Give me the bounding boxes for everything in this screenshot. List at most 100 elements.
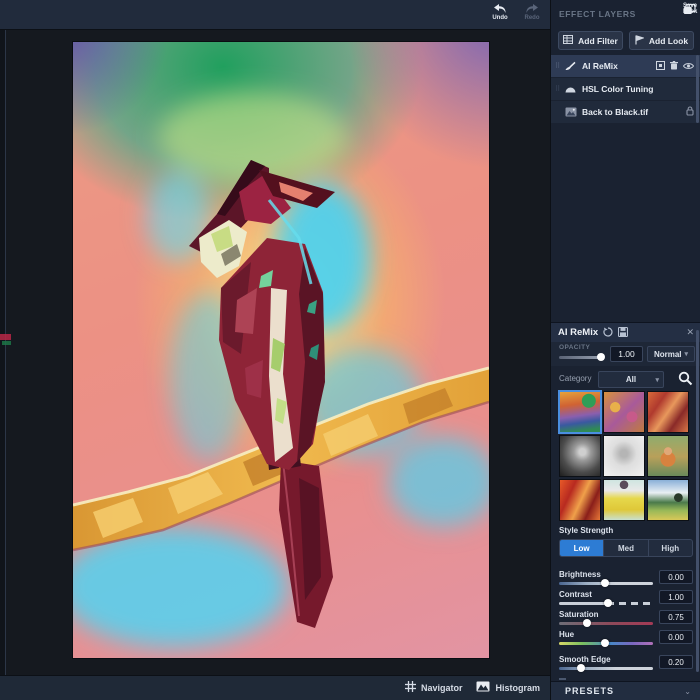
smooth-edge-value-field[interactable]: 0.20 [659, 655, 693, 669]
chevron-down-icon: ⌄ [684, 686, 691, 696]
blend-mode-value: Normal [653, 349, 682, 359]
category-dropdown[interactable]: All ▾ [598, 371, 664, 388]
close-icon[interactable]: ✕ [686, 327, 694, 338]
style-option-low[interactable]: Low [560, 540, 605, 556]
search-icon[interactable] [678, 371, 693, 391]
hue-slider[interactable] [559, 639, 653, 647]
trash-icon[interactable] [670, 57, 678, 75]
brightness-slider-handle[interactable] [601, 579, 609, 587]
style-strength-segmented-control: Low Med High [559, 539, 693, 557]
chevron-down-icon: ▾ [684, 351, 689, 358]
bird-artwork [73, 92, 489, 647]
add-filter-icon [563, 35, 574, 46]
drag-handle-icon[interactable]: ⠿ [555, 63, 563, 70]
style-option-high[interactable]: High [649, 540, 692, 556]
saturation-slider[interactable] [559, 619, 653, 627]
hue-slider-row: Hue 0.00 [559, 630, 693, 650]
opacity-slider[interactable] [559, 353, 605, 361]
category-row: Category All ▾ [551, 368, 700, 390]
add-filter-label: Add Filter [578, 35, 618, 46]
bottom-toolbar: Navigator Histogram [0, 675, 550, 700]
preset-thumbnail[interactable] [558, 390, 602, 434]
layer-label: HSL Color Tuning [582, 84, 654, 94]
preset-thumbnail[interactable] [647, 391, 689, 433]
panel-header: EFFECT LAYERS Save Look [551, 0, 700, 28]
hsl-wheel-icon [563, 85, 578, 93]
brightness-value-field[interactable]: 0.00 [659, 570, 693, 584]
add-filter-button[interactable]: Add Filter [558, 31, 623, 50]
preset-thumbnail[interactable] [647, 479, 689, 521]
filter-title: AI ReMix [558, 327, 599, 338]
category-value: All [625, 375, 637, 384]
hue-value-field[interactable]: 0.00 [659, 630, 693, 644]
style-strength-label: Style Strength [559, 526, 614, 535]
adjustment-sliders: Brightness 0.00 Contrast 1.00 Saturation… [559, 570, 693, 650]
left-edge-strip [0, 30, 6, 675]
redo-button[interactable]: Redo [520, 3, 544, 21]
top-toolbar: Undo Redo [0, 0, 550, 30]
hue-slider-handle[interactable] [601, 639, 609, 647]
preset-thumbnail[interactable] [559, 479, 601, 521]
opacity-row: OPACITY 1.00 Normal ▾ [551, 342, 700, 366]
opacity-value-field[interactable]: 1.00 [610, 346, 643, 362]
saturation-slider-handle[interactable] [583, 619, 591, 627]
histogram-icon [476, 679, 490, 697]
contrast-label: Contrast [559, 590, 592, 599]
brush-icon [563, 61, 578, 71]
contrast-slider-row: Contrast 1.00 [559, 590, 693, 610]
smooth-edge-slider-row: Smooth Edge 0.20 [559, 655, 693, 675]
blend-mode-dropdown[interactable]: Normal ▾ [647, 346, 695, 362]
presets-label: PRESETS [565, 686, 615, 696]
preset-thumbnail[interactable] [603, 391, 645, 433]
undo-icon [493, 3, 507, 14]
category-label: Category [559, 374, 592, 383]
smooth-edge-slider[interactable] [559, 664, 653, 672]
preset-thumbnail[interactable] [647, 435, 689, 477]
lock-icon [686, 103, 694, 121]
add-look-button[interactable]: Add Look [629, 31, 694, 50]
presets-section-header[interactable]: PRESETS ⌄ [551, 681, 700, 700]
collapsed-element-dash [559, 678, 566, 680]
preset-thumbnail[interactable] [603, 435, 645, 477]
scrollbar-thumb[interactable] [696, 330, 699, 672]
layer-row-ai-remix[interactable]: ⠿ AI ReMix [551, 55, 700, 77]
layer-row-background-image[interactable]: ⠿ Back to Black.tif [551, 101, 700, 123]
brightness-label: Brightness [559, 570, 601, 579]
histogram-label: Histogram [495, 683, 540, 693]
saturation-value-field[interactable]: 0.75 [659, 610, 693, 624]
reset-icon[interactable] [603, 324, 613, 342]
preset-thumbnail[interactable] [603, 479, 645, 521]
drag-handle-icon[interactable]: ⠿ [555, 86, 563, 93]
opacity-label: OPACITY [559, 344, 591, 351]
mask-icon[interactable] [656, 57, 665, 75]
contrast-value-field[interactable]: 1.00 [659, 590, 693, 604]
contrast-slider-handle[interactable] [604, 599, 612, 607]
scrollbar-thumb[interactable] [696, 55, 699, 123]
brightness-slider[interactable] [559, 579, 653, 587]
visibility-eye-icon[interactable] [682, 57, 695, 75]
redo-icon [525, 3, 539, 14]
photo-thumbnail-icon [563, 107, 578, 117]
photo-preview[interactable] [73, 42, 489, 658]
layer-list: ⠿ AI ReMix ⠿ HSL Color Tuning Back to Bl… [551, 55, 700, 124]
smooth-edge-slider-handle[interactable] [577, 664, 585, 672]
navigator-button[interactable]: Navigator [404, 679, 462, 697]
undo-button[interactable]: Undo [488, 3, 512, 21]
smooth-edge-label: Smooth Edge [559, 655, 611, 664]
undo-label: Undo [492, 15, 508, 21]
navigator-grid-icon [404, 679, 416, 697]
panel-scrollbar[interactable] [696, 0, 699, 700]
histogram-button[interactable]: Histogram [476, 679, 540, 697]
hue-label: Hue [559, 630, 575, 639]
add-look-label: Add Look [648, 35, 689, 46]
contrast-slider[interactable] [559, 599, 653, 607]
save-look-button[interactable]: Save Look [683, 2, 697, 20]
image-canvas [0, 30, 550, 675]
style-option-med[interactable]: Med [604, 540, 649, 556]
save-preset-icon[interactable] [618, 324, 629, 342]
layer-row-hsl[interactable]: ⠿ HSL Color Tuning [551, 78, 700, 100]
filter-panel-header: AI ReMix ✕ [551, 322, 700, 342]
preset-thumbnail[interactable] [559, 435, 601, 477]
opacity-slider-handle[interactable] [597, 353, 605, 361]
brightness-slider-row: Brightness 0.00 [559, 570, 693, 590]
